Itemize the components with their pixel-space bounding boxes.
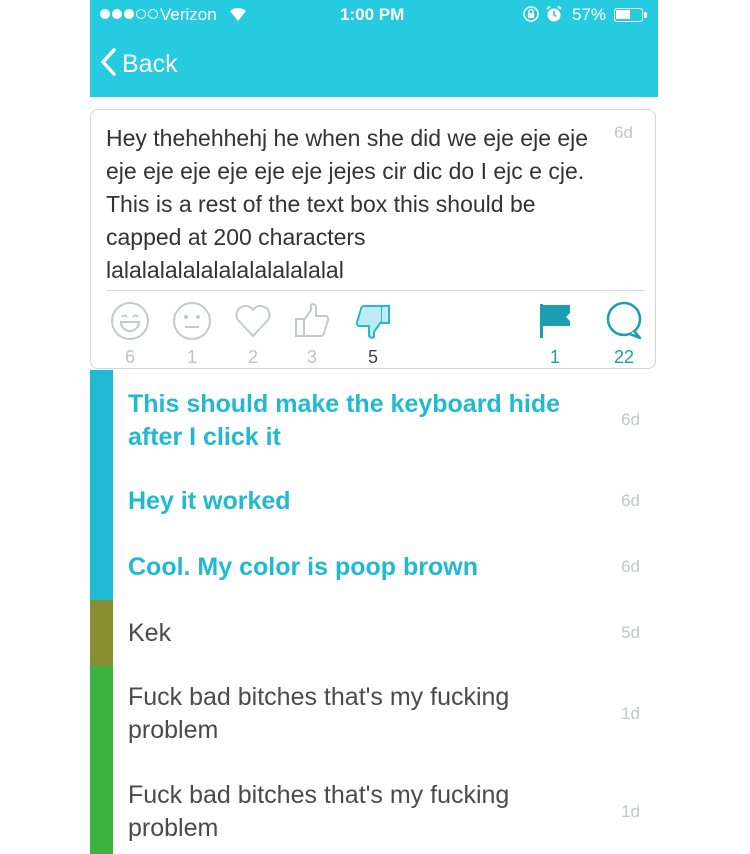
comment-age: 5d bbox=[621, 623, 640, 642]
comment-age: 6d bbox=[621, 410, 640, 429]
post-age: 6d bbox=[614, 123, 633, 142]
comment-item[interactable]: Fuck bad bitches that's my fucking probl… bbox=[90, 666, 658, 764]
chevron-left-icon bbox=[100, 47, 116, 81]
thumbs-down-icon bbox=[348, 300, 398, 342]
heart-icon bbox=[228, 300, 278, 342]
reaction-thumbs-up-count: 3 bbox=[306, 347, 317, 367]
reaction-thumbs-down[interactable]: 5 bbox=[348, 300, 398, 368]
user-color-bar bbox=[90, 764, 113, 854]
comment-list: This should make the keyboard hide after… bbox=[90, 370, 658, 854]
comment-item[interactable]: Fuck bad bitches that's my fucking probl… bbox=[90, 764, 658, 854]
user-color-bar bbox=[90, 666, 113, 764]
status-bar: Verizon 1:00 PM 57% bbox=[90, 0, 658, 32]
flag-button[interactable]: 1 bbox=[530, 300, 580, 368]
reaction-laugh-count: 6 bbox=[124, 347, 135, 367]
status-time: 1:00 PM bbox=[340, 5, 405, 24]
navigation-bar: Verizon 1:00 PM 57% Back bbox=[90, 0, 658, 97]
reaction-neutral-count: 1 bbox=[186, 347, 197, 367]
battery-icon bbox=[614, 8, 647, 22]
comment-count: 22 bbox=[613, 347, 635, 367]
comment-text: Cool. My color is poop brown bbox=[128, 553, 478, 581]
reaction-heart[interactable]: 2 bbox=[228, 300, 278, 368]
user-color-bar bbox=[90, 468, 113, 534]
reaction-heart-count: 2 bbox=[247, 347, 258, 367]
post-divider bbox=[106, 290, 645, 291]
comment-bubble-icon bbox=[599, 300, 649, 342]
comment-text: Fuck bad bitches that's my fucking probl… bbox=[128, 781, 510, 842]
wifi-icon bbox=[228, 5, 248, 28]
reaction-thumbs-up[interactable]: 3 bbox=[287, 300, 337, 368]
carrier-label: Verizon bbox=[160, 5, 217, 24]
back-button[interactable]: Back bbox=[100, 44, 178, 84]
alarm-icon bbox=[545, 5, 563, 28]
comment-item[interactable]: Kek 5d bbox=[90, 600, 658, 666]
comment-age: 6d bbox=[621, 491, 640, 510]
battery-percentage: 57% bbox=[572, 5, 607, 24]
comment-text: Hey it worked bbox=[128, 487, 291, 515]
laughing-face-icon bbox=[105, 300, 155, 342]
flag-icon bbox=[530, 300, 580, 342]
thumbs-up-icon bbox=[287, 300, 337, 342]
post-text: Hey thehehhehj he when she did we eje ej… bbox=[106, 125, 589, 283]
comment-age: 1d bbox=[621, 704, 640, 723]
user-color-bar bbox=[90, 600, 113, 666]
comment-age: 6d bbox=[621, 557, 640, 576]
rotation-lock-icon bbox=[522, 5, 540, 28]
reaction-neutral[interactable]: 1 bbox=[167, 300, 217, 368]
flag-count: 1 bbox=[549, 347, 560, 367]
comment-count-button[interactable]: 22 bbox=[599, 300, 649, 368]
neutral-face-icon bbox=[167, 300, 217, 342]
reaction-thumbs-down-count: 5 bbox=[367, 347, 378, 367]
comment-text: This should make the keyboard hide after… bbox=[128, 390, 561, 451]
comment-text: Fuck bad bitches that's my fucking probl… bbox=[128, 683, 510, 744]
phone-screen: Verizon 1:00 PM 57% Back Hey thehehhehj … bbox=[90, 0, 658, 854]
signal-strength-icon bbox=[100, 9, 158, 19]
user-color-bar bbox=[90, 534, 113, 600]
user-color-bar bbox=[90, 370, 113, 468]
comment-item[interactable]: Hey it worked 6d bbox=[90, 468, 658, 534]
reaction-laugh[interactable]: 6 bbox=[105, 300, 155, 368]
comment-item[interactable]: This should make the keyboard hide after… bbox=[90, 370, 658, 468]
comment-age: 1d bbox=[621, 802, 640, 821]
reaction-bar: 6 1 2 3 5 1 22 bbox=[91, 300, 655, 368]
comment-item[interactable]: Cool. My color is poop brown 6d bbox=[90, 534, 658, 600]
back-label: Back bbox=[122, 49, 178, 78]
post-card: Hey thehehhehj he when she did we eje ej… bbox=[90, 109, 656, 369]
comment-text: Kek bbox=[128, 619, 172, 647]
